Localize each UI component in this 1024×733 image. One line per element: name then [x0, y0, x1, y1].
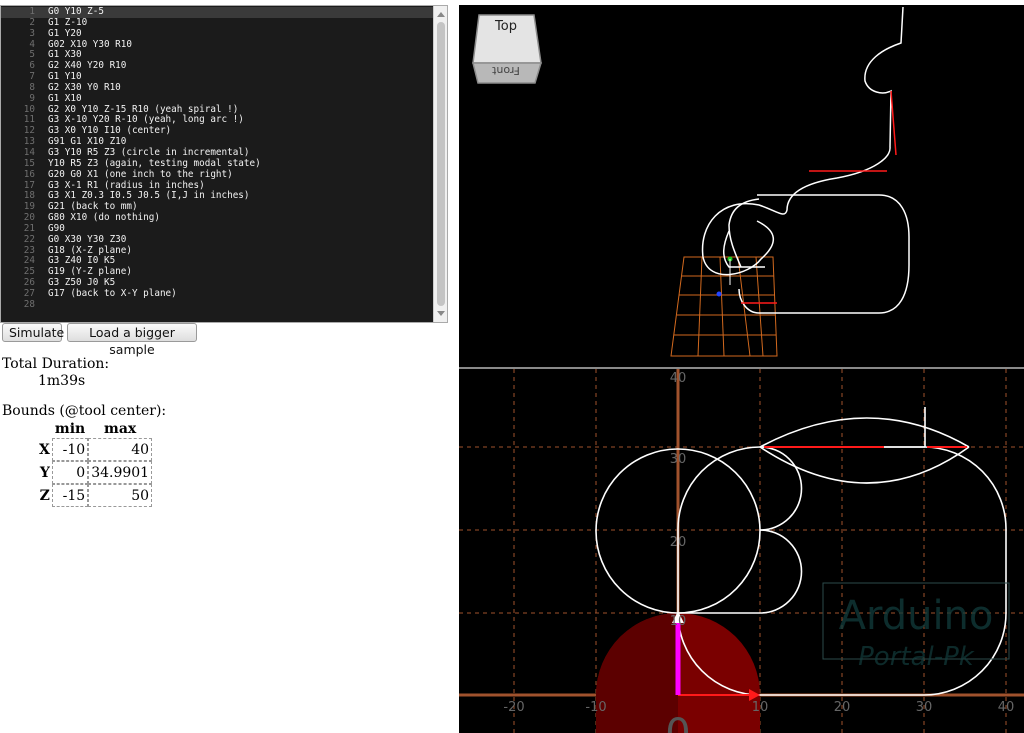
code-lines: 1 G0 Y10 Z-5 2 G1 Z-10 3 G1 Y20 4 G02 X10 Y30 R… [1, 6, 435, 311]
watermark: Arduino Portal-Pk [822, 582, 1010, 672]
bounds-axis-label: X [39, 441, 50, 458]
line-number: 9 [29, 92, 35, 104]
bounds-min-value: -15 [51, 484, 89, 507]
code-text[interactable]: G1 X10 [48, 93, 82, 105]
bounds-axis-label: Y [39, 464, 50, 481]
bounds-corner [36, 420, 52, 438]
toolpath-3d [701, 6, 910, 314]
bounds-max-header: max [104, 421, 137, 437]
bounds-label: Bounds (@tool center): [2, 403, 167, 419]
line-number: 22 [23, 233, 35, 245]
bounds-header-row: min max [36, 420, 152, 438]
bounds-row-z: Z -15 50 [36, 484, 153, 507]
x-tick-labels: -20 -10 10 20 30 40 [503, 700, 1014, 715]
y-tick-label: 10 [670, 614, 687, 629]
y-tick-label: 40 [670, 371, 687, 386]
view-cube-front-label: Front [491, 64, 520, 77]
bounds-min-header: min [54, 421, 86, 437]
watermark-line-2: Portal-Pk [858, 642, 975, 672]
code-line[interactable]: 9 G1 X10 [1, 92, 435, 105]
code-text[interactable]: G0 X30 Y30 Z30 [48, 234, 126, 246]
load-bigger-sample-button[interactable]: Load a bigger sample [67, 323, 197, 357]
code-line[interactable]: 22 G0 X30 Y30 Z30 [1, 233, 435, 246]
simulate-button[interactable]: Simulate [2, 323, 64, 342]
bounds-axis-label: Z [39, 487, 50, 504]
grid-3d [670, 256, 778, 357]
line-number: 28 [23, 298, 35, 310]
bounds-max-value: 34.9901 [88, 461, 153, 484]
bounds-table: min max X -10 40 Y 0 34.9901 Z -15 50 [36, 420, 153, 507]
total-duration-label: Total Duration: [2, 356, 110, 372]
code-line[interactable]: 20 G80 X10 (do nothing) [1, 212, 435, 224]
gcode-editor[interactable]: 1 G0 Y10 Z-5 2 G1 Z-10 3 G1 Y20 4 G02 X10 Y30 R… [0, 5, 448, 323]
y-tick-label: 30 [670, 452, 687, 467]
bounds-max-value: 40 [88, 438, 153, 461]
x-tick-label: 20 [834, 700, 851, 715]
line-number: 3 [29, 27, 35, 39]
view-cube[interactable]: Top Front [472, 14, 543, 84]
view-cube-top-label: Top [494, 19, 517, 34]
bounds-row-y: Y 0 34.9901 [36, 461, 153, 484]
rapid-moves-3d [741, 90, 897, 304]
code-text[interactable]: G20 G0 X1 (one inch to the right) [48, 169, 233, 181]
x-tick-label: -10 [585, 700, 606, 715]
x-tick-label: 30 [916, 700, 933, 715]
bounds-row-x: X -10 40 [36, 438, 153, 461]
code-line[interactable]: 27 G17 (back to X-Y plane) [1, 288, 435, 300]
code-line[interactable]: 28 [1, 298, 435, 311]
code-line[interactable]: 16 G20 G0 X1 (one inch to the right) [1, 168, 435, 181]
total-duration-value: 1m39s [38, 373, 86, 389]
view-2d-canvas[interactable]: -20 -10 10 20 30 40 10 20 30 40 0 Arduin… [459, 369, 1024, 733]
bounds-min-value: 0 [51, 461, 89, 484]
code-text[interactable]: G1 Y20 [48, 28, 82, 40]
view-2d-viewport[interactable]: -20 -10 10 20 30 40 10 20 30 40 0 Arduin… [459, 369, 1024, 733]
code-line[interactable]: 3 G1 Y20 [1, 27, 435, 40]
scroll-thumb[interactable] [437, 22, 445, 306]
view-3d-canvas[interactable]: Top Front [459, 5, 1024, 367]
y-tick-label: 20 [670, 535, 687, 550]
x-tick-label: -20 [503, 700, 524, 715]
scroll-up-arrow-icon[interactable] [437, 12, 445, 17]
line-number: 16 [23, 168, 35, 180]
bounds-max-value: 50 [88, 484, 153, 507]
watermark-line-1: Arduino [839, 593, 994, 639]
code-text[interactable]: G17 (back to X-Y plane) [48, 288, 177, 300]
x-tick-label: 40 [998, 700, 1015, 715]
bounds-min-value: -10 [51, 438, 89, 461]
origin-label: 0 [665, 711, 690, 733]
editor-scrollbar[interactable] [433, 6, 447, 322]
scroll-down-arrow-icon[interactable] [437, 311, 445, 316]
view-3d-viewport[interactable]: Top Front [459, 5, 1024, 367]
x-tick-label: 10 [752, 700, 769, 715]
